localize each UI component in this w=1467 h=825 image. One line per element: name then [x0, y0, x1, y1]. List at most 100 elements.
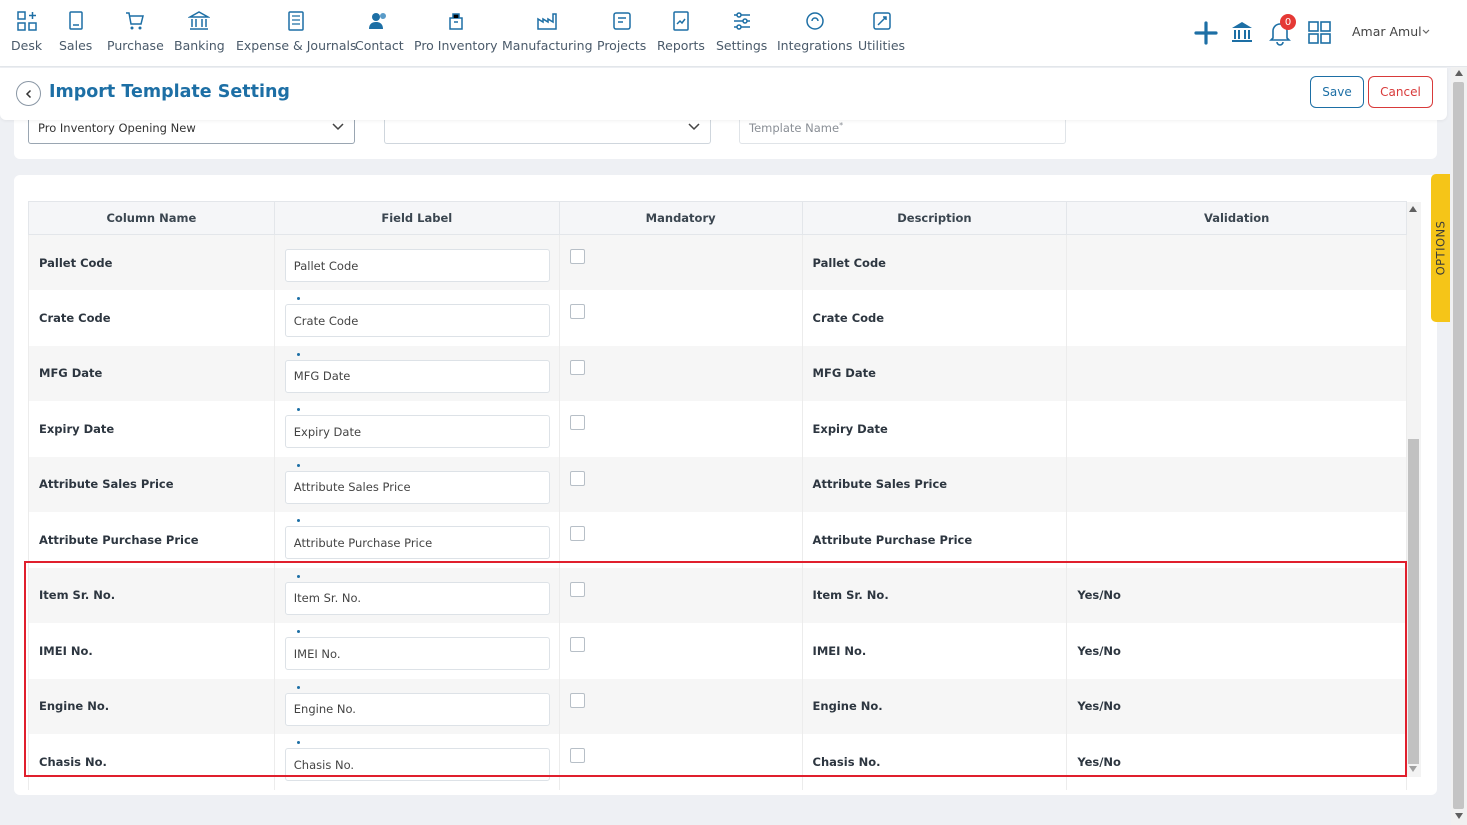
field-label-value: Chasis No. [293, 757, 355, 772]
field-label-input[interactable]: Crate Code [284, 297, 550, 338]
nav-item-label: Integrations [777, 38, 853, 53]
column-name-cell: IMEI No. [28, 623, 275, 679]
mandatory-cell [559, 401, 803, 457]
sales-icon [68, 11, 83, 30]
column-header-description[interactable]: Description [802, 201, 1068, 235]
nav-item-purchase[interactable]: Purchase [107, 10, 164, 53]
mandatory-checkbox[interactable] [569, 249, 585, 264]
page-scroll-up-icon[interactable] [1455, 70, 1463, 76]
save-button[interactable]: Save [1310, 76, 1364, 108]
mandatory-checkbox[interactable] [569, 304, 585, 320]
mandatory-checkbox[interactable] [569, 581, 585, 597]
field-label-input[interactable]: Engine No. [284, 685, 550, 726]
table-row: IMEI No. IMEI No. IMEI No. Yes/No [28, 623, 1407, 679]
user-menu[interactable]: Amar Amul [1352, 24, 1422, 39]
dot-marker [296, 297, 300, 301]
nav-item-contact[interactable]: Contact [355, 10, 404, 53]
column-name-cell: Pallet Code [28, 234, 275, 290]
nav-item-banking[interactable]: Banking [174, 10, 225, 53]
table-row: Engine No. Engine No. Engine No. Yes/No [28, 678, 1407, 734]
field-label-cell: Attribute Purchase Price [274, 512, 560, 568]
dot-marker [296, 408, 300, 412]
column-header-validation[interactable]: Validation [1066, 201, 1407, 235]
field-label-value: Engine No. [293, 702, 356, 717]
page-scroll-down-icon[interactable] [1455, 813, 1463, 819]
column-name-cell: MFG Date [28, 345, 275, 401]
settings-icon [733, 12, 750, 30]
integrations-icon [805, 12, 824, 30]
column-header-field-label[interactable]: Field Label [274, 201, 560, 235]
nav-item-utilities[interactable]: Utilities [858, 10, 905, 53]
mandatory-checkbox[interactable] [569, 526, 585, 542]
mandatory-cell [559, 512, 803, 568]
mandatory-checkbox[interactable] [569, 359, 585, 375]
nav-item-sales[interactable]: Sales [59, 10, 92, 53]
validation-cell: Yes/No [1066, 678, 1407, 734]
factory-icon [537, 13, 557, 30]
dot-marker [296, 574, 300, 578]
nav-item-expense-journals[interactable]: Expense & Journals [236, 10, 356, 53]
chevron-down-icon[interactable] [1421, 27, 1431, 37]
page-scrollbar-thumb[interactable] [1453, 82, 1464, 809]
nav-item-pro-inventory[interactable]: Pro Inventory [414, 10, 498, 53]
mandatory-cell [559, 623, 803, 679]
options-tab[interactable]: OPTIONS [1431, 174, 1450, 322]
bank-shortcut-icon[interactable] [1230, 20, 1254, 44]
field-label-cell: Attribute Sales Price [274, 456, 560, 512]
description-cell: MFG Date [802, 345, 1068, 401]
field-label-input[interactable]: Attribute Sales Price [284, 463, 550, 504]
cart-icon [126, 12, 145, 30]
cancel-button[interactable]: Cancel [1368, 76, 1433, 108]
mandatory-checkbox[interactable] [569, 637, 585, 653]
nav-item-settings[interactable]: Settings [716, 10, 767, 53]
field-label-input[interactable]: IMEI No. [284, 630, 550, 671]
field-label-value: Expiry Date [293, 424, 362, 439]
field-label-input[interactable]: Item Sr. No. [284, 574, 550, 615]
nav-item-projects[interactable]: Projects [597, 10, 646, 53]
mandatory-checkbox[interactable] [569, 692, 585, 708]
chevron-down-icon [688, 123, 700, 131]
mandatory-checkbox[interactable] [569, 748, 585, 764]
column-header-column-name[interactable]: Column Name [28, 201, 275, 235]
mandatory-checkbox[interactable] [569, 415, 585, 431]
description-cell: Expiry Date [802, 401, 1068, 457]
field-label-input[interactable]: MFG Date [284, 352, 550, 393]
scroll-down-arrow-icon[interactable] [1409, 766, 1417, 772]
description-cell: Crate Code [802, 290, 1068, 346]
mandatory-checkbox[interactable] [569, 470, 585, 486]
back-button[interactable] [16, 81, 41, 106]
nav-item-integrations[interactable]: Integrations [777, 10, 852, 53]
nav-item-desk[interactable]: Desk [11, 10, 42, 53]
field-label-value: Item Sr. No. [293, 591, 361, 606]
field-label-value: Attribute Sales Price [293, 480, 411, 495]
column-name-cell: Engine No. [28, 678, 275, 734]
field-label-cell: Item Sr. No. [274, 567, 560, 623]
table-scrollbar-thumb[interactable] [1408, 439, 1419, 764]
field-label-cell: MFG Date [274, 345, 560, 401]
notification-badge: 0 [1280, 14, 1296, 30]
import-fields-table: Column Name Field Label Mandatory Descri… [28, 201, 1407, 790]
plus-icon[interactable] [1193, 20, 1219, 46]
field-label-input[interactable]: Pallet Code [284, 249, 550, 282]
field-label-value: Pallet Code [293, 258, 359, 273]
template-type-value: Pro Inventory Opening New [38, 121, 196, 135]
field-label-input[interactable]: Chasis No. [284, 741, 550, 782]
inventory-icon [449, 13, 463, 30]
validation-cell: Yes/No [1066, 567, 1407, 623]
required-marker: * [839, 121, 844, 130]
table-header-row: Column Name Field Label Mandatory Descri… [28, 201, 1407, 235]
field-label-input[interactable]: Attribute Purchase Price [284, 519, 550, 560]
dot-marker [296, 630, 300, 634]
scroll-up-arrow-icon[interactable] [1409, 206, 1417, 212]
nav-item-reports[interactable]: Reports [657, 10, 705, 53]
nav-item-manufacturing[interactable]: Manufacturing [502, 10, 593, 53]
column-header-mandatory[interactable]: Mandatory [559, 201, 803, 235]
field-label-value: IMEI No. [293, 646, 341, 661]
apps-grid-icon[interactable] [1308, 21, 1331, 44]
nav-item-label: Contact [355, 38, 404, 53]
desk-icon [16, 11, 37, 31]
table-row: Expiry Date Expiry Date Expiry Date [28, 401, 1407, 457]
field-label-input[interactable]: Expiry Date [284, 408, 550, 449]
dot-marker [296, 352, 300, 356]
template-name-placeholder: Template Name* [749, 121, 843, 135]
